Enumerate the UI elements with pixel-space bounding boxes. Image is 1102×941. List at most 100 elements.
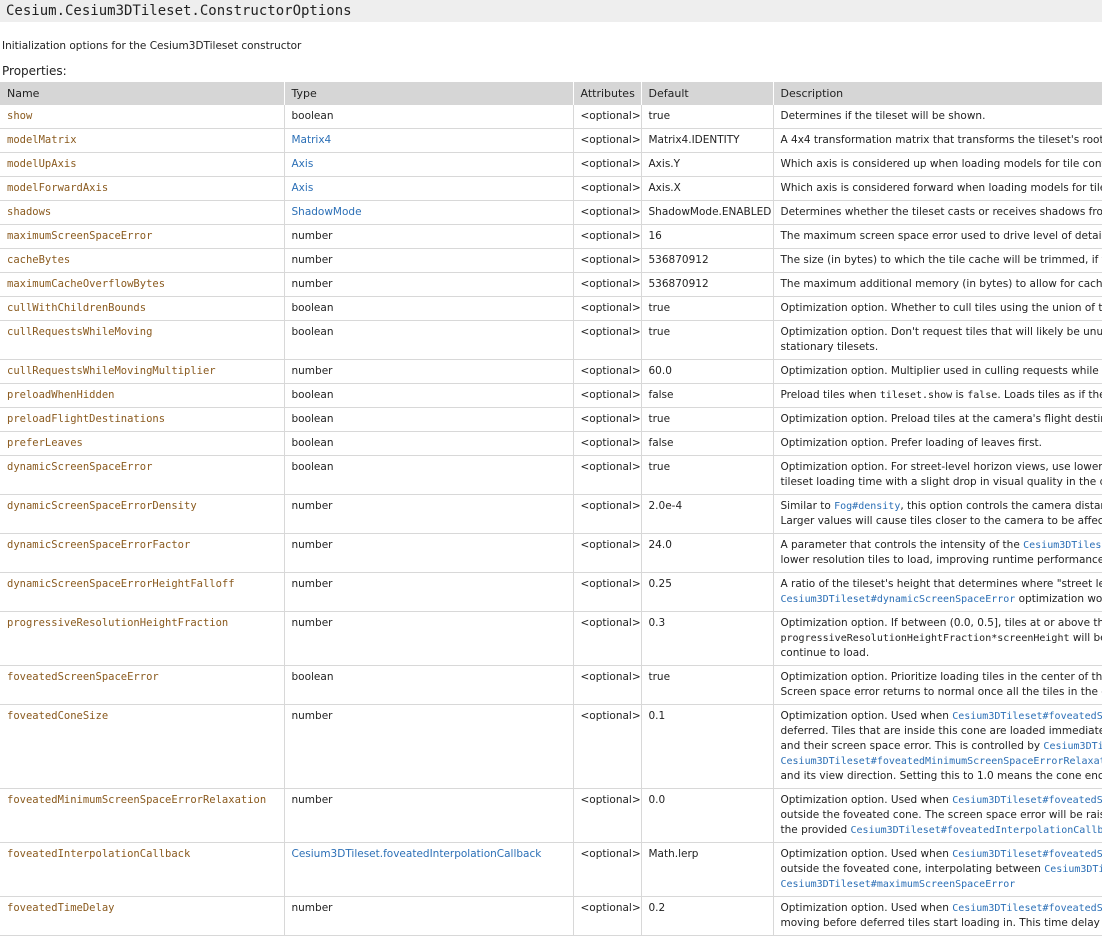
description-link[interactable]: Cesium3DTileset#foveatedScreenSpaceError	[952, 903, 1102, 914]
property-type: boolean	[283, 383, 573, 408]
description-line: Determines whether the tileset casts or …	[781, 205, 1102, 220]
description-link[interactable]: Fog#density	[834, 501, 900, 512]
property-default: 16	[640, 224, 773, 249]
property-attributes: <optional>	[572, 572, 641, 612]
table-row: shadows ShadowMode <optional> ShadowMode.EN…	[0, 200, 1102, 225]
description-text: optimization works best.	[1018, 593, 1102, 605]
type-link[interactable]: Matrix4	[292, 134, 332, 146]
property-description: Optimization option. Used when Cesium3DT…	[772, 704, 1102, 789]
description-link[interactable]: Cesium3DTileset#foveatedInterpolationCal…	[851, 825, 1102, 836]
property-description: Optimization option. For street-level ho…	[772, 455, 1102, 495]
description-line: Optimization option. For street-level ho…	[781, 460, 1102, 475]
table-row: cacheBytes number <optional> 536870912 The s…	[0, 248, 1102, 273]
property-default: false	[640, 383, 773, 408]
header-name: Name	[0, 82, 284, 105]
property-name: cullRequestsWhileMovingMultiplier	[0, 359, 284, 384]
property-name: show	[0, 105, 284, 129]
description-line: The maximum screen space error used to d…	[781, 229, 1102, 244]
description-text: Larger values will cause tiles closer to…	[780, 515, 1102, 527]
type-link[interactable]: Axis	[292, 158, 314, 170]
property-name: dynamicScreenSpaceErrorFactor	[0, 533, 284, 573]
description-link[interactable]: Cesium3DTileset#dynamicScreenSpaceError	[781, 594, 1016, 605]
type-text: number	[291, 902, 333, 914]
property-attributes: <optional>	[572, 200, 641, 225]
property-description: A ratio of the tileset's height that det…	[772, 572, 1102, 612]
description-line: Which axis is considered forward when lo…	[781, 181, 1102, 196]
property-description: Optimization option. Used when Cesium3DT…	[772, 788, 1102, 843]
description-line: The maximum additional memory (in bytes)…	[781, 277, 1102, 292]
description-link[interactable]: Cesium3DTileset#foveatedScreenSpaceError	[952, 849, 1102, 860]
property-description: Determines whether the tileset casts or …	[772, 200, 1102, 225]
description-code: progressiveResolutionHeightFraction*scre…	[780, 633, 1070, 644]
description-link[interactable]: Cesium3DTileset#maximumScreenSpaceError	[781, 879, 1016, 890]
description-link[interactable]: Cesium3DTileset#dynamicScreenSpaceError	[1023, 540, 1102, 551]
property-name: modelUpAxis	[0, 152, 284, 177]
type-text: boolean	[291, 302, 334, 314]
type-link[interactable]: ShadowMode	[292, 206, 362, 218]
property-default: 0.3	[640, 611, 773, 666]
property-default: ShadowMode.ENABLED	[640, 200, 773, 225]
description-link[interactable]: Cesium3DTileset#foveatedScreenSpaceError	[952, 711, 1102, 722]
property-type: boolean	[283, 665, 573, 705]
description-text: and its view direction. Setting this to …	[780, 770, 1102, 782]
description-text: Similar to	[780, 500, 835, 512]
property-description: Optimization option. Used when Cesium3DT…	[772, 842, 1102, 897]
property-type: number	[283, 494, 573, 534]
property-type: number	[283, 248, 573, 273]
type-link[interactable]: Cesium3DTileset.foveatedInterpolationCal…	[292, 848, 542, 860]
property-name: cacheBytes	[0, 248, 284, 273]
table-row: maximumScreenSpaceError number <optional> 1…	[0, 224, 1102, 249]
property-type: number	[283, 359, 573, 384]
description-text: Optimization option. Used when	[780, 710, 953, 722]
description-text: outside the foveated cone. The screen sp…	[780, 809, 1102, 821]
description-link[interactable]: Cesium3DTileset#foveatedMinimumScreenSpa…	[1044, 864, 1102, 875]
property-type: boolean	[283, 431, 573, 456]
type-link[interactable]: Axis	[292, 182, 314, 194]
property-description: The size (in bytes) to which the tile ca…	[772, 248, 1102, 273]
property-name: foveatedTimeDelay	[0, 896, 284, 936]
header-description: Description	[772, 82, 1102, 105]
description-line: Screen space error returns to normal onc…	[781, 685, 1102, 700]
property-name: foveatedInterpolationCallback	[0, 842, 284, 897]
description-line: Optimization option. Used when Cesium3DT…	[781, 793, 1102, 808]
property-type: boolean	[283, 105, 573, 129]
property-description: Optimization option. Whether to cull til…	[772, 296, 1102, 321]
property-attributes: <optional>	[572, 842, 641, 897]
property-default: 2.0e-4	[640, 494, 773, 534]
description-link[interactable]: Cesium3DTileset#foveatedMinimumScreenSpa…	[781, 756, 1102, 767]
table-row: modelForwardAxis Axis <optional> Axis.X Whic…	[0, 176, 1102, 201]
description-text: deferred. Tiles that are inside this con…	[780, 725, 1102, 737]
description-text: tileset loading time with a slight drop …	[780, 476, 1102, 488]
table-row: cullRequestsWhileMovingMultiplier number <…	[0, 359, 1102, 384]
type-text: boolean	[291, 413, 334, 425]
table-row: modelMatrix Matrix4 <optional> Matrix4.IDEN…	[0, 128, 1102, 153]
property-type: number	[283, 611, 573, 666]
property-default: 536870912	[640, 248, 773, 273]
description-text: moving before deferred tiles start loadi…	[780, 917, 1102, 929]
property-description: Preload tiles when tileset.show is false…	[772, 383, 1102, 408]
description-line: tileset loading time with a slight drop …	[781, 475, 1102, 490]
type-text: boolean	[291, 437, 334, 449]
table-row: cullRequestsWhileMoving boolean <optional>…	[0, 320, 1102, 360]
description-line: A 4x4 transformation matrix that transfo…	[781, 133, 1102, 148]
table-row: preloadWhenHidden boolean <optional> false P…	[0, 383, 1102, 408]
description-text: Optimization option. Don't request tiles…	[780, 326, 1102, 338]
property-name: progressiveResolutionHeightFraction	[0, 611, 284, 666]
description-text: The maximum additional memory (in bytes)…	[780, 278, 1102, 290]
description-link[interactable]: Cesium3DTileset#foveatedScreenSpaceError	[952, 795, 1102, 806]
property-type: boolean	[283, 320, 573, 360]
description-text: The maximum screen space error used to d…	[780, 230, 1102, 242]
type-text: boolean	[291, 389, 334, 401]
description-line: Optimization option. Prefer loading of l…	[781, 436, 1102, 451]
property-attributes: <optional>	[572, 105, 641, 129]
property-type: Matrix4	[283, 128, 573, 153]
description-text: , this option controls the camera distan…	[900, 500, 1102, 512]
page-title: Cesium.Cesium3DTileset.ConstructorOption…	[6, 3, 352, 19]
description-link[interactable]: Cesium3DTileset#foveatedInterpolationCal…	[1043, 741, 1102, 752]
description-text: stationary tilesets.	[780, 341, 879, 353]
table-row: foveatedInterpolationCallback Cesium3DTil…	[0, 842, 1102, 897]
description-text: lower resolution tiles to load, improvin…	[780, 554, 1102, 566]
description-line: Optimization option. If between (0.0, 0.…	[781, 616, 1102, 631]
property-default: 0.2	[640, 896, 773, 936]
type-text: number	[291, 539, 333, 551]
